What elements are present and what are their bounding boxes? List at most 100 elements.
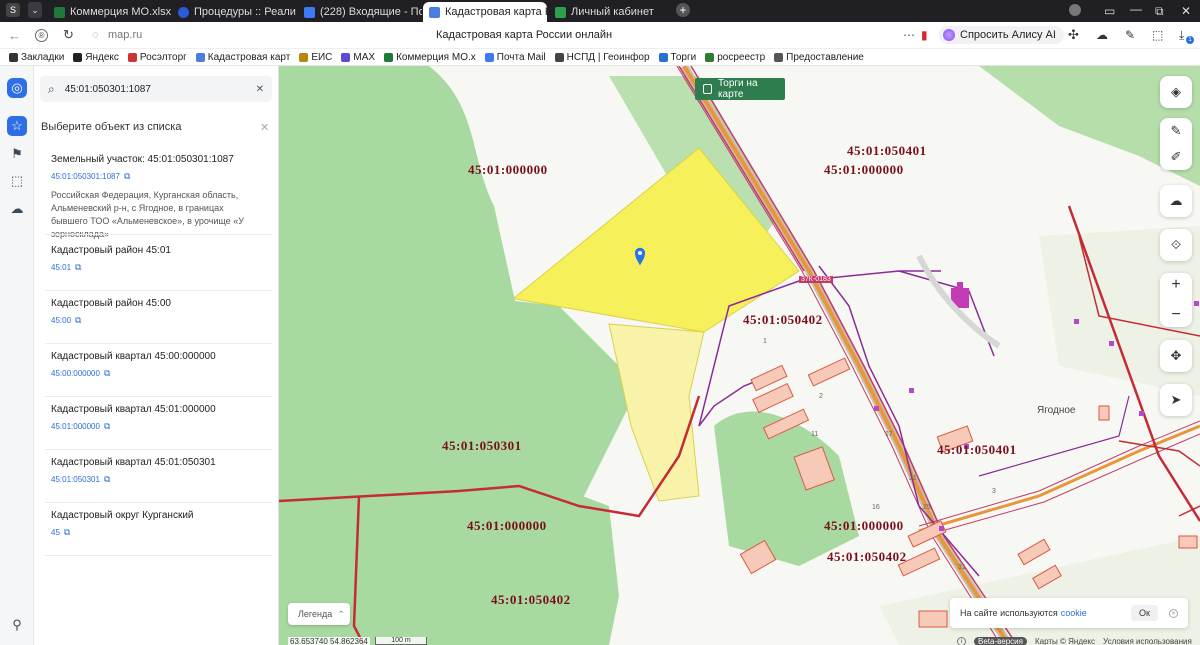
result-code[interactable]: 45:01:050301 ⧉ [51,474,256,485]
maximize-icon[interactable]: ⧉ [1155,4,1164,19]
bookmark-item[interactable]: Кадастровая карт [195,52,290,63]
copy-icon[interactable]: ⧉ [75,262,81,273]
cookie-ok-button[interactable]: Ок [1131,605,1158,621]
tab-cabinet[interactable]: Личный кабинет [549,2,673,22]
tab-kadastr[interactable]: Кадастровая карта Росс✕ [423,2,547,22]
terms-link[interactable]: Условия использования [1103,637,1192,645]
copy-icon[interactable]: ⧉ [104,421,110,432]
result-item[interactable]: Кадастровый район 45:00 45:00 ⧉ [51,298,256,326]
profile-avatar-icon[interactable] [1069,4,1081,16]
brush-icon[interactable]: ✎ [1125,28,1135,42]
layers-button[interactable]: ◈ [1160,76,1192,108]
close-window-icon[interactable]: ✕ [1181,4,1191,18]
extensions-puzzle-icon[interactable]: ⬚ [1152,28,1163,42]
result-title: Кадастровый округ Курганский [51,510,194,521]
result-item[interactable]: Кадастровый район 45:01 45:01 ⧉ [51,245,256,273]
torgi-on-map-button[interactable]: Торги на карте [695,78,785,100]
house-number: 25 [923,504,931,511]
result-code[interactable]: 45:01:050301:1087 ⧉ [51,171,256,182]
page-title: Кадастровая карта России онлайн [436,29,613,41]
copy-icon[interactable]: ⧉ [124,171,130,182]
info-icon[interactable]: i [957,637,966,645]
favorites-star-icon[interactable]: ☆ [7,116,27,136]
search-input[interactable]: 45:01:050301:1087 [65,84,151,95]
tab-procedury[interactable]: Процедуры :: Реализация [172,2,296,22]
upload-button[interactable]: ☁ [1160,185,1192,217]
user-icon[interactable]: ⚲ [7,615,27,635]
map-canvas[interactable]: Торги на карте 45:01:000000 45:01:050401… [279,66,1200,645]
bookmark-item[interactable]: росреестр [705,52,765,63]
download-icon[interactable]: ⤓ [1179,28,1184,43]
cloud-icon[interactable]: ☁ [7,199,27,219]
pencil-icon[interactable]: ✎ [1171,123,1182,139]
result-title: Кадастровый квартал 45:01:000000 [51,404,216,415]
bookmark-item[interactable]: Росэлторг [127,52,187,63]
bookmark-item[interactable]: Закладки [9,52,64,63]
result-title: Кадастровый квартал 45:00:000000 [51,351,216,362]
clear-search-icon[interactable]: ✕ [256,84,264,95]
result-code[interactable]: 45:00 ⧉ [51,315,256,326]
search-box[interactable]: ⌕ 45:01:050301:1087 ✕ [40,76,272,102]
tab-kommerciya[interactable]: Коммерция МО.xlsx - Янд [48,2,172,22]
result-code-text: 45:01:050301 [51,475,100,484]
house-number: 11 [811,431,819,438]
bookmark-item[interactable]: ЕИС [299,52,332,63]
url-text[interactable]: map.ru [108,29,142,41]
result-item[interactable]: Кадастровый квартал 45:01:050301 45:01:05… [51,457,256,485]
browser-menu-icon[interactable]: S [6,3,20,17]
new-tab-plus-icon[interactable]: + [676,3,690,17]
checkbox-icon[interactable] [703,84,712,94]
result-item[interactable]: Кадастровый квартал 45:01:000000 45:01:00… [51,404,256,432]
map-label-45-01-050402: 45:01:050402 [491,592,571,607]
translate-icon[interactable]: ☁ [1096,28,1108,42]
close-cookie-icon[interactable]: ✕ [1169,608,1178,618]
share-button[interactable]: ⟐ [1160,229,1192,261]
yandex-maps-credit[interactable]: Карты © Яндекс [1035,637,1095,645]
cookie-link[interactable]: cookie [1061,608,1087,618]
bookmark-favicon-icon [774,52,784,62]
result-code[interactable]: 45:01 ⧉ [51,262,256,273]
bookmark-flag-icon[interactable]: ▮ [921,28,928,42]
edit-square-icon[interactable]: ✐ [1171,149,1182,165]
ask-alice-button[interactable]: Спросить Алису AI [939,26,1064,44]
result-code[interactable]: 45 ⧉ [51,527,256,538]
zoom-out-icon[interactable]: − [1171,306,1180,324]
area-select-icon[interactable]: ⬚ [7,171,27,191]
bookmark-tabs-icon[interactable]: ▭ [1104,4,1115,18]
copy-icon[interactable]: ⧉ [104,474,110,485]
copy-icon[interactable]: ⧉ [75,315,81,326]
map-label-45-01-050401: 45:01:050401 [847,143,927,158]
chevron-up-icon: ⌃ [338,611,345,618]
extension-icon[interactable]: ✣ [1068,27,1079,43]
legend-button[interactable]: Легенда ⌃ [288,603,350,625]
result-code[interactable]: 45:00:000000 ⧉ [51,368,256,379]
back-arrow-icon[interactable]: ← [8,28,21,43]
result-item[interactable]: Кадастровый округ Курганский 45 ⧉ [51,510,256,538]
close-list-icon[interactable]: ✕ [260,121,269,134]
bookmark-item[interactable]: НСПД | Геоинфор [554,52,650,63]
more-dots-icon[interactable]: ⋯ [903,28,915,42]
minimize-icon[interactable]: — [1130,2,1142,16]
bookmark-item[interactable]: Яндекс [73,52,119,63]
pan-button[interactable]: ✥ [1160,340,1192,372]
result-item[interactable]: Кадастровый квартал 45:00:000000 45:00:00… [51,351,256,379]
locate-button[interactable]: ➤ [1160,384,1192,416]
map-label-45-01-050401: 45:01:050401 [937,442,1017,457]
flag-icon[interactable]: ⚑ [7,144,27,164]
bookmark-item[interactable]: Почта Mail [484,52,546,63]
result-code[interactable]: 45:01:000000 ⧉ [51,421,256,432]
bookmark-item[interactable]: MAX [341,52,375,63]
bookmark-item[interactable]: Торги [658,52,696,63]
copy-icon[interactable]: ⧉ [104,368,110,379]
map-logo-icon[interactable]: ◎ [7,78,27,98]
bookmark-item[interactable]: Предоставление [774,52,864,63]
bookmark-item[interactable]: Коммерция МО.x [384,52,476,63]
zoom-in-icon[interactable]: + [1171,276,1180,294]
tab-pochta[interactable]: (228) Входящие - Почта М [298,2,422,22]
shield-icon[interactable]: ® [35,28,48,42]
copy-icon[interactable]: ⧉ [64,527,70,538]
bookmark-label: Яндекс [85,51,119,63]
tab-list-chevron-icon[interactable]: ⌄ [28,2,42,18]
result-item[interactable]: Земельный участок: 45:01:050301:1087 45:0… [51,154,256,241]
reload-icon[interactable]: ↻ [63,27,74,43]
